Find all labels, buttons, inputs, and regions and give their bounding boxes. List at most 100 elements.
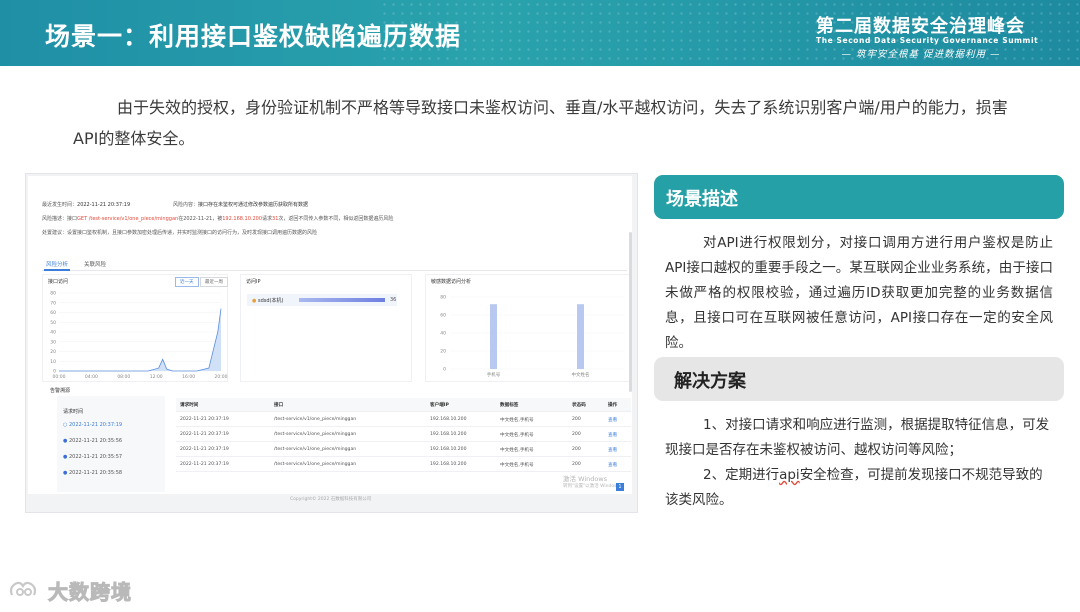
slide: 场景一：利用接口鉴权缺陷遍历数据 第二届数据安全治理峰会 The Second …	[0, 0, 1080, 612]
cell-api: /test-service/v1/one_piece/minggan	[274, 417, 357, 422]
col-header-action: 操作	[608, 403, 618, 408]
cell-time: 2022-11-21 20:37:19	[180, 432, 229, 437]
risk-tabs: 风险分析 关联风险	[42, 259, 627, 271]
cell-ip: 192.168.10.200	[430, 462, 467, 467]
col-header-ip: 客户端IP	[430, 403, 449, 408]
solution-item-2: 2、定期进行api安全检查，可提前发现接口不规范导致的该类风险。	[665, 467, 1043, 508]
cell-time: 2022-11-21 20:37:19	[180, 462, 229, 467]
y-tick-label: 80	[50, 291, 56, 297]
bar	[577, 304, 584, 369]
alert-trace-title: 告警溯源	[50, 388, 71, 394]
area-fill	[59, 308, 221, 371]
header-banner: 场景一：利用接口鉴权缺陷遍历数据 第二届数据安全治理峰会 The Second …	[0, 0, 1080, 66]
y-tick-label: 60	[440, 313, 446, 319]
info-advice: 处置建议：设置接口鉴权机制，且接口参数加密处理后传递，并实时监测接口的访问行为，…	[42, 230, 318, 236]
table-row: 2022-11-21 20:37:19 /test-service/v1/one…	[176, 443, 631, 457]
cell-status: 200	[572, 447, 581, 452]
api-access-chart: 80 70 60 50 40 30 20 10 000:00 04:00 08:00 12:00 16:…	[50, 291, 228, 381]
visitor-ip-bar	[299, 298, 385, 302]
table-header-row: 请求时间 接口 客户端IP 数据标签 状态码 操作	[176, 398, 631, 412]
info-description: 风险描述：接口GET /test-service/v1/one_piece/mi…	[42, 216, 394, 222]
cell-status: 200	[572, 432, 581, 437]
request-time-list: 请求时间 ○ 2022-11-21 20:37:19 ● 2022-11-21 …	[57, 396, 165, 492]
y-tick-label: 0	[53, 369, 56, 375]
info-risk: 风险内容：接口存在未鉴权可通过修改参数遍历获取所有数据	[173, 202, 309, 208]
visitor-ip-title: 访问IP	[246, 279, 261, 285]
tab-related-risk[interactable]: 关联风险	[84, 260, 106, 268]
visitor-ip-panel: 访问IP ● sdsd(本机) 36	[240, 274, 412, 382]
solution-text: 1、对接口请求和响应进行监测，根据提取特征信息，可发现接口是否存在未鉴权被访问、…	[665, 413, 1053, 513]
view-link[interactable]: 查看	[608, 447, 617, 453]
cell-api: /test-service/v1/one_piece/minggan	[274, 462, 357, 467]
cell-tag: 中文姓名,手机号	[500, 418, 534, 423]
request-list-item[interactable]: ○ 2022-11-21 20:37:19	[63, 422, 122, 428]
request-list-title: 请求时间	[63, 409, 84, 415]
view-link[interactable]: 查看	[608, 432, 617, 438]
view-link[interactable]: 查看	[608, 462, 617, 468]
request-list-item[interactable]: ● 2022-11-21 20:35:58	[63, 470, 122, 476]
cell-ip: 192.168.10.200	[430, 447, 467, 452]
api-access-panel: 接口访问 近一天 最近一周 80 70 60 50 40 30 20 10 0 00:00 04:0…	[42, 274, 228, 382]
solution-title: 解决方案	[674, 371, 746, 392]
y-tick-label: 80	[440, 295, 446, 301]
y-tick-label: 60	[50, 310, 56, 316]
cell-status: 200	[572, 462, 581, 467]
request-list-item[interactable]: ● 2022-11-21 20:35:57	[63, 454, 122, 460]
cell-ip: 192.168.10.200	[430, 432, 467, 437]
scene-description-text: 对API进行权限划分，对接口调用方进行用户鉴权是防止API接口越权的重要手段之一…	[665, 235, 1053, 351]
x-tick-label: 08:00	[117, 374, 130, 380]
x-tick-label: 12:00	[150, 374, 163, 380]
series-line	[59, 308, 222, 372]
x-tick-label: 16:00	[182, 374, 195, 380]
y-tick-label: 10	[50, 359, 56, 365]
cell-api: /test-service/v1/one_piece/minggan	[274, 447, 357, 452]
cell-ip: 192.168.10.200	[430, 417, 467, 422]
product-screenshot: 最近发生时间：2022-11-21 20:37:19 风险内容：接口存在未鉴权可…	[25, 173, 638, 513]
y-tick-label: 20	[440, 349, 446, 355]
y-tick-label: 70	[50, 300, 56, 306]
cell-time: 2022-11-21 20:37:19	[180, 417, 229, 422]
scene-description-title: 场景描述	[666, 189, 738, 210]
sensitive-data-chart: 80 60 40 20 0 手机号 中文姓名	[440, 295, 624, 378]
col-header-api: 接口	[274, 403, 284, 408]
x-tick-label: 00:00	[53, 374, 66, 380]
cell-time: 2022-11-21 20:37:19	[180, 447, 229, 452]
table-row: 2022-11-21 20:37:19 /test-service/v1/one…	[176, 413, 631, 427]
screenshot-content: 最近发生时间：2022-11-21 20:37:19 风险内容：接口存在未鉴权可…	[28, 176, 632, 494]
sensitive-data-panel: 敏感数据访问分析 80 60 40 20 0 手机号 中文姓名	[425, 274, 630, 382]
intro-paragraph: 由于失效的授权，身份验证机制不严格等导致接口未鉴权访问、垂直/水平越权访问，失去…	[73, 98, 1008, 148]
table-row: 2022-11-21 20:37:19 /test-service/v1/one…	[176, 458, 631, 472]
y-tick-label: 40	[440, 331, 446, 337]
col-header-status: 状态码	[572, 403, 586, 408]
bar	[490, 304, 497, 369]
vertical-scrollbar[interactable]	[629, 232, 632, 392]
cell-tag: 中文姓名,手机号	[500, 433, 534, 438]
view-link[interactable]: 查看	[608, 417, 617, 423]
cell-api: /test-service/v1/one_piece/minggan	[274, 432, 357, 437]
visitor-ip-row: ● sdsd(本机) 36	[247, 294, 397, 306]
y-tick-label: 50	[50, 320, 56, 326]
cell-tag: 中文姓名,手机号	[500, 448, 534, 453]
cell-status: 200	[572, 417, 581, 422]
cell-tag: 中文姓名,手机号	[500, 463, 534, 468]
screenshot-copyright: Copyright© 2022 石数据科技有限公司	[290, 497, 372, 502]
x-tick-label: 中文姓名	[572, 371, 590, 378]
spellcheck-underline: api	[779, 467, 800, 483]
tab-risk-analysis[interactable]: 风险分析	[46, 260, 68, 268]
summit-logo-subtitle: The Second Data Security Governance Summ…	[816, 36, 1039, 45]
y-tick-label: 20	[50, 349, 56, 355]
pagination-current-page[interactable]: 1	[616, 483, 624, 491]
active-tab-indicator	[44, 269, 70, 271]
y-tick-label: 30	[50, 339, 56, 345]
y-tick-label: 0	[443, 367, 446, 373]
watermark-line-1: 激活 Windows	[563, 475, 608, 483]
request-table: 请求时间 接口 客户端IP 数据标签 状态码 操作 2022-11-21 20:…	[176, 398, 631, 474]
footer-logo-icon	[9, 581, 37, 596]
request-list-item[interactable]: ● 2022-11-21 20:35:56	[63, 438, 122, 444]
x-tick-label: 20:00	[215, 374, 228, 380]
x-tick-label: 04:00	[85, 374, 98, 380]
info-time: 最近发生时间：2022-11-21 20:37:19	[42, 202, 131, 208]
table-row: 2022-11-21 20:37:19 /test-service/v1/one…	[176, 428, 631, 442]
col-header-time: 请求时间	[180, 403, 199, 408]
page-title: 场景一：利用接口鉴权缺陷遍历数据	[45, 22, 462, 51]
